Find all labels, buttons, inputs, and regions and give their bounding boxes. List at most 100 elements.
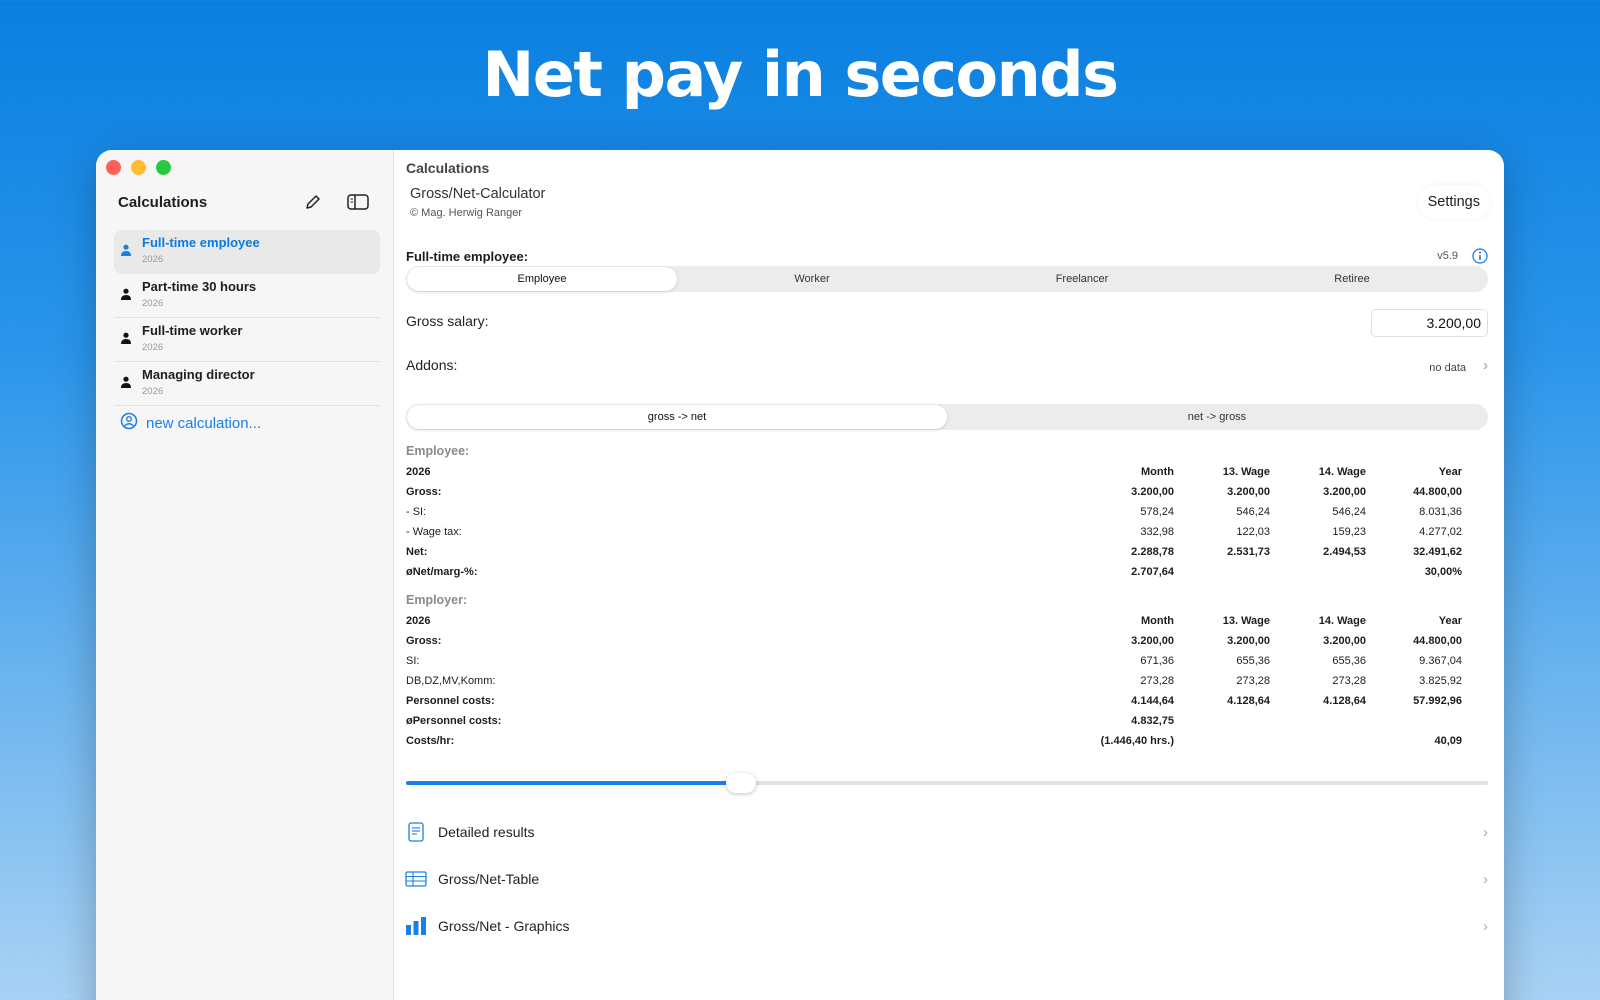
employer-results-table: 2026 Month 13. Wage 14. Wage Year Gross:… — [406, 611, 1462, 751]
edit-icon[interactable] — [302, 191, 324, 213]
headline: Net pay in seconds — [482, 38, 1119, 111]
item-year: 2026 — [142, 254, 164, 265]
tab-net-to-gross[interactable]: net -> gross — [947, 405, 1487, 429]
item-year: 2026 — [142, 342, 164, 353]
person-icon — [120, 375, 132, 393]
row-label: øPersonnel costs: — [406, 715, 502, 727]
cell: 3.200,00 — [1323, 635, 1366, 647]
item-name: Full-time worker — [142, 323, 243, 338]
sidebar-item-full-time-employee[interactable]: Full-time employee 2026 — [114, 230, 380, 274]
header-year-total: Year — [1438, 466, 1462, 478]
sidebar-toggle-icon[interactable] — [347, 191, 369, 213]
tab-freelancer[interactable]: Freelancer — [947, 267, 1217, 291]
addons-value[interactable]: no data — [1429, 362, 1466, 374]
cell: 4.128,64 — [1323, 695, 1366, 707]
person-icon — [120, 287, 132, 305]
cell: 4.144,64 — [1131, 695, 1174, 707]
gross-salary-label: Gross salary: — [406, 313, 489, 329]
cell: 44.800,00 — [1413, 635, 1462, 647]
cell: 3.200,00 — [1131, 635, 1174, 647]
close-button[interactable] — [106, 160, 121, 175]
cell — [1270, 711, 1366, 731]
new-calculation-button[interactable]: new calculation... — [120, 412, 261, 434]
copyright: © Mag. Herwig Ranger — [410, 207, 523, 219]
cell: 3.200,00 — [1227, 635, 1270, 647]
table-icon — [404, 871, 428, 887]
gross-salary-input[interactable] — [1371, 309, 1488, 337]
bar-chart-icon — [404, 917, 428, 935]
table-row: øNet/marg-%: 2.707,64 30,00% — [406, 562, 1462, 582]
window-controls — [106, 160, 171, 175]
table-header: 2026 Month 13. Wage 14. Wage Year — [406, 462, 1462, 482]
row-label: Gross: — [406, 486, 442, 498]
person-icon — [120, 243, 132, 261]
cell: 2.494,53 — [1323, 546, 1366, 558]
addons-label: Addons: — [406, 357, 458, 373]
main-content: Calculations Gross/Net-Calculator © Mag.… — [394, 150, 1504, 1000]
page-title: Calculations — [406, 160, 490, 176]
header-13-wage: 13. Wage — [1222, 466, 1270, 478]
cell: 4.128,64 — [1227, 695, 1270, 707]
row-label: Net: — [406, 546, 428, 558]
gross-net-table-row[interactable]: Gross/Net-Table › — [404, 864, 1488, 894]
tab-worker[interactable]: Worker — [677, 267, 947, 291]
cell — [1270, 562, 1366, 582]
zoom-button[interactable] — [156, 160, 171, 175]
item-name: Full-time employee — [142, 235, 260, 250]
sidebar-item-managing-director[interactable]: Managing director 2026 — [114, 362, 380, 406]
cell: 122,03 — [1236, 526, 1270, 538]
row-label: DB,DZ,MV,Komm: — [406, 675, 496, 687]
document-icon — [404, 822, 428, 842]
cell: 3.200,00 — [1131, 486, 1174, 498]
table-row: Gross: 3.200,00 3.200,00 3.200,00 44.800… — [406, 631, 1462, 651]
cell: 273,28 — [1140, 675, 1174, 687]
cell: 3.200,00 — [1323, 486, 1366, 498]
header-year: 2026 — [406, 615, 431, 627]
table-row: Net: 2.288,78 2.531,73 2.494,53 32.491,6… — [406, 542, 1462, 562]
minimize-button[interactable] — [131, 160, 146, 175]
cell: 273,28 — [1236, 675, 1270, 687]
row-label: - Wage tax: — [406, 526, 462, 538]
cell: 273,28 — [1332, 675, 1366, 687]
row-label: Personnel costs: — [406, 695, 495, 707]
slider-thumb[interactable] — [726, 773, 757, 793]
table-row: DB,DZ,MV,Komm: 273,28 273,28 273,28 3.82… — [406, 671, 1462, 691]
cell: 57.992,96 — [1413, 695, 1462, 707]
row-label: SI: — [406, 655, 420, 667]
chevron-right-icon: › — [1483, 823, 1488, 841]
settings-button[interactable]: Settings — [1417, 185, 1490, 219]
cell: 546,24 — [1236, 506, 1270, 518]
salary-slider[interactable] — [406, 773, 1488, 793]
cell: 655,36 — [1236, 655, 1270, 667]
header-month: Month — [1141, 466, 1174, 478]
employer-section-title: Employer: — [406, 593, 468, 607]
cell: 32.491,62 — [1413, 546, 1462, 558]
table-row: Costs/hr: (1.446,40 hrs.) 40,09 — [406, 731, 1462, 751]
table-row: - SI: 578,24 546,24 546,24 8.031,36 — [406, 502, 1462, 522]
cell: 578,24 — [1140, 506, 1174, 518]
cell: 546,24 — [1332, 506, 1366, 518]
sidebar-item-full-time-worker[interactable]: Full-time worker 2026 — [114, 318, 380, 362]
cell: 3.825,92 — [1419, 675, 1462, 687]
cell: 159,23 — [1332, 526, 1366, 538]
sidebar-title: Calculations — [118, 194, 208, 211]
gross-net-graphics-row[interactable]: Gross/Net - Graphics › — [404, 911, 1488, 941]
tab-gross-to-net[interactable]: gross -> net — [407, 405, 947, 429]
sidebar: Calculations Full-time employee 2026 Par… — [96, 150, 394, 1000]
calculation-name: Full-time employee: — [406, 249, 529, 264]
header-13-wage: 13. Wage — [1222, 615, 1270, 627]
cell: 4.277,02 — [1419, 526, 1462, 538]
tab-employee[interactable]: Employee — [407, 267, 677, 291]
header-14-wage: 14. Wage — [1318, 615, 1366, 627]
tab-retiree[interactable]: Retiree — [1217, 267, 1487, 291]
sidebar-item-part-time[interactable]: Part-time 30 hours 2026 — [114, 274, 380, 318]
cell: (1.446,40 hrs.) — [1100, 735, 1174, 747]
cell: 2.531,73 — [1227, 546, 1270, 558]
cell: 44.800,00 — [1413, 486, 1462, 498]
detailed-results-row[interactable]: Detailed results › — [404, 817, 1488, 847]
cell: 8.031,36 — [1419, 506, 1462, 518]
row-label: - SI: — [406, 506, 427, 518]
item-name: Part-time 30 hours — [142, 279, 257, 294]
chevron-right-icon[interactable]: › — [1483, 357, 1488, 374]
header-year: 2026 — [406, 466, 431, 478]
